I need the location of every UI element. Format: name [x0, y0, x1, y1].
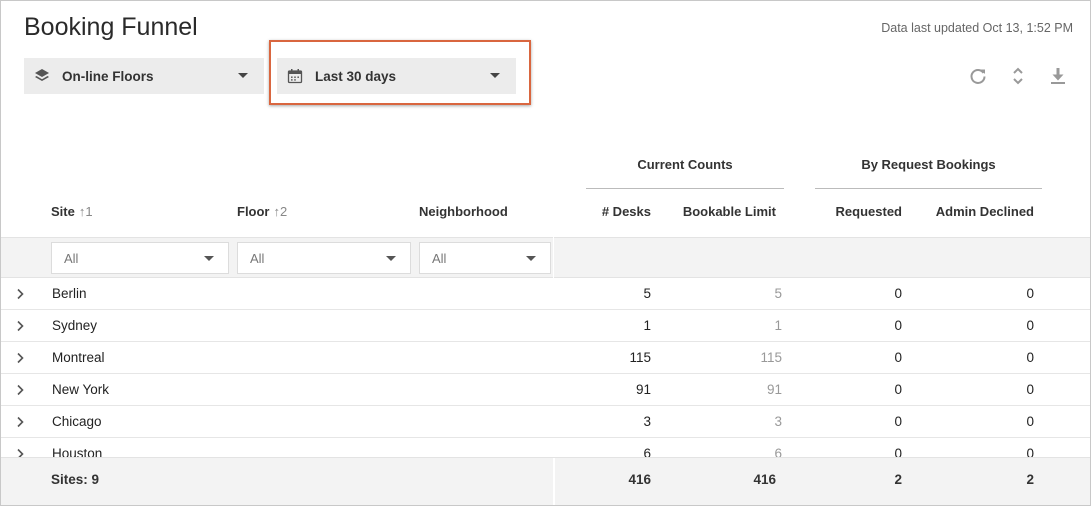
- date-range-label: Last 30 days: [315, 68, 397, 84]
- bookable-limit-cell: 3: [774, 414, 782, 429]
- requested-cell: 0: [894, 286, 902, 301]
- admin-declined-cell: 0: [1026, 350, 1034, 365]
- column-header-site[interactable]: Site ↑1: [51, 204, 93, 219]
- chevron-down-icon: [526, 256, 536, 261]
- table-row[interactable]: Berlin 5 5 0 0: [1, 278, 1090, 310]
- site-filter-value: All: [64, 251, 79, 266]
- requested-cell: 0: [894, 414, 902, 429]
- floor-filter-select[interactable]: All: [237, 242, 411, 274]
- bookable-limit-cell: 115: [760, 350, 782, 365]
- layers-icon: [35, 69, 49, 81]
- column-header-floor-label: Floor: [237, 204, 270, 219]
- desks-cell: 3: [643, 414, 651, 429]
- column-header-requested[interactable]: Requested: [801, 204, 902, 219]
- total-admin-declined: 2: [1026, 472, 1034, 487]
- sites-count: Sites: 9: [51, 472, 100, 487]
- chevron-right-icon[interactable]: [15, 320, 25, 332]
- requested-cell: 0: [894, 350, 902, 365]
- site-cell: Sydney: [52, 318, 98, 333]
- sort-indicator: ↑2: [273, 204, 288, 219]
- divider: [553, 458, 555, 505]
- requested-cell: 0: [894, 318, 902, 333]
- refresh-icon[interactable]: [967, 65, 989, 87]
- download-icon[interactable]: [1047, 65, 1069, 87]
- table-row[interactable]: Sydney 1 1 0 0: [1, 310, 1090, 342]
- group-divider: [586, 188, 784, 189]
- column-header-floor[interactable]: Floor ↑2: [237, 204, 287, 219]
- table-row[interactable]: Montreal 115 115 0 0: [1, 342, 1090, 374]
- requested-cell: 0: [894, 382, 902, 397]
- neighborhood-filter-value: All: [432, 251, 447, 266]
- admin-declined-cell: 0: [1026, 318, 1034, 333]
- bookable-limit-cell: 5: [774, 286, 782, 301]
- column-header-bookable-limit[interactable]: Bookable Limit: [656, 204, 776, 219]
- site-cell: Chicago: [52, 414, 102, 429]
- bookable-limit-cell: 91: [766, 382, 782, 397]
- date-range-dropdown[interactable]: Last 30 days: [277, 58, 516, 94]
- column-header-desks[interactable]: # Desks: [561, 204, 651, 219]
- total-requested: 2: [894, 472, 902, 487]
- page-title: Booking Funnel: [24, 13, 198, 41]
- booking-funnel-panel: Booking Funnel Data last updated Oct 13,…: [0, 0, 1091, 506]
- chevron-down-icon: [238, 73, 248, 78]
- floor-filter-value: All: [250, 251, 265, 266]
- admin-declined-cell: 0: [1026, 286, 1034, 301]
- neighborhood-filter-select[interactable]: All: [419, 242, 551, 274]
- chevron-down-icon: [490, 73, 500, 78]
- desks-cell: 91: [635, 382, 651, 397]
- expand-collapse-icon[interactable]: [1007, 65, 1029, 87]
- last-updated-text: Data last updated Oct 13, 1:52 PM: [881, 21, 1073, 35]
- divider: [553, 237, 554, 278]
- chevron-right-icon[interactable]: [15, 384, 25, 396]
- sort-indicator: ↑1: [78, 204, 93, 219]
- group-divider: [815, 188, 1042, 189]
- group-header-current-counts: Current Counts: [637, 157, 733, 172]
- column-header-admin-declined[interactable]: Admin Declined: [914, 204, 1034, 219]
- admin-declined-cell: 0: [1026, 414, 1034, 429]
- floors-dropdown-label: On-line Floors: [62, 68, 154, 84]
- site-filter-select[interactable]: All: [51, 242, 229, 274]
- chevron-down-icon: [386, 256, 396, 261]
- site-cell: Montreal: [52, 350, 105, 365]
- site-cell: Berlin: [52, 286, 87, 301]
- chevron-down-icon: [204, 256, 214, 261]
- table-row[interactable]: New York 91 91 0 0: [1, 374, 1090, 406]
- chevron-right-icon[interactable]: [15, 352, 25, 364]
- chevron-right-icon[interactable]: [15, 416, 25, 428]
- table-row[interactable]: Chicago 3 3 0 0: [1, 406, 1090, 438]
- desks-cell: 115: [629, 350, 651, 365]
- total-bookable-limit: 416: [753, 472, 776, 487]
- bookable-limit-cell: 1: [774, 318, 782, 333]
- desks-cell: 1: [643, 318, 651, 333]
- chevron-right-icon[interactable]: [15, 288, 25, 300]
- column-header-neighborhood[interactable]: Neighborhood: [419, 204, 508, 219]
- column-header-site-label: Site: [51, 204, 75, 219]
- admin-declined-cell: 0: [1026, 382, 1034, 397]
- floors-dropdown[interactable]: On-line Floors: [24, 58, 264, 94]
- calendar-icon: [287, 69, 303, 84]
- group-header-by-request-bookings: By Request Bookings: [861, 157, 996, 172]
- desks-cell: 5: [643, 286, 651, 301]
- totals-row: Sites: 9 416 416 2 2: [1, 457, 1090, 505]
- total-desks: 416: [628, 472, 651, 487]
- site-cell: New York: [52, 382, 110, 397]
